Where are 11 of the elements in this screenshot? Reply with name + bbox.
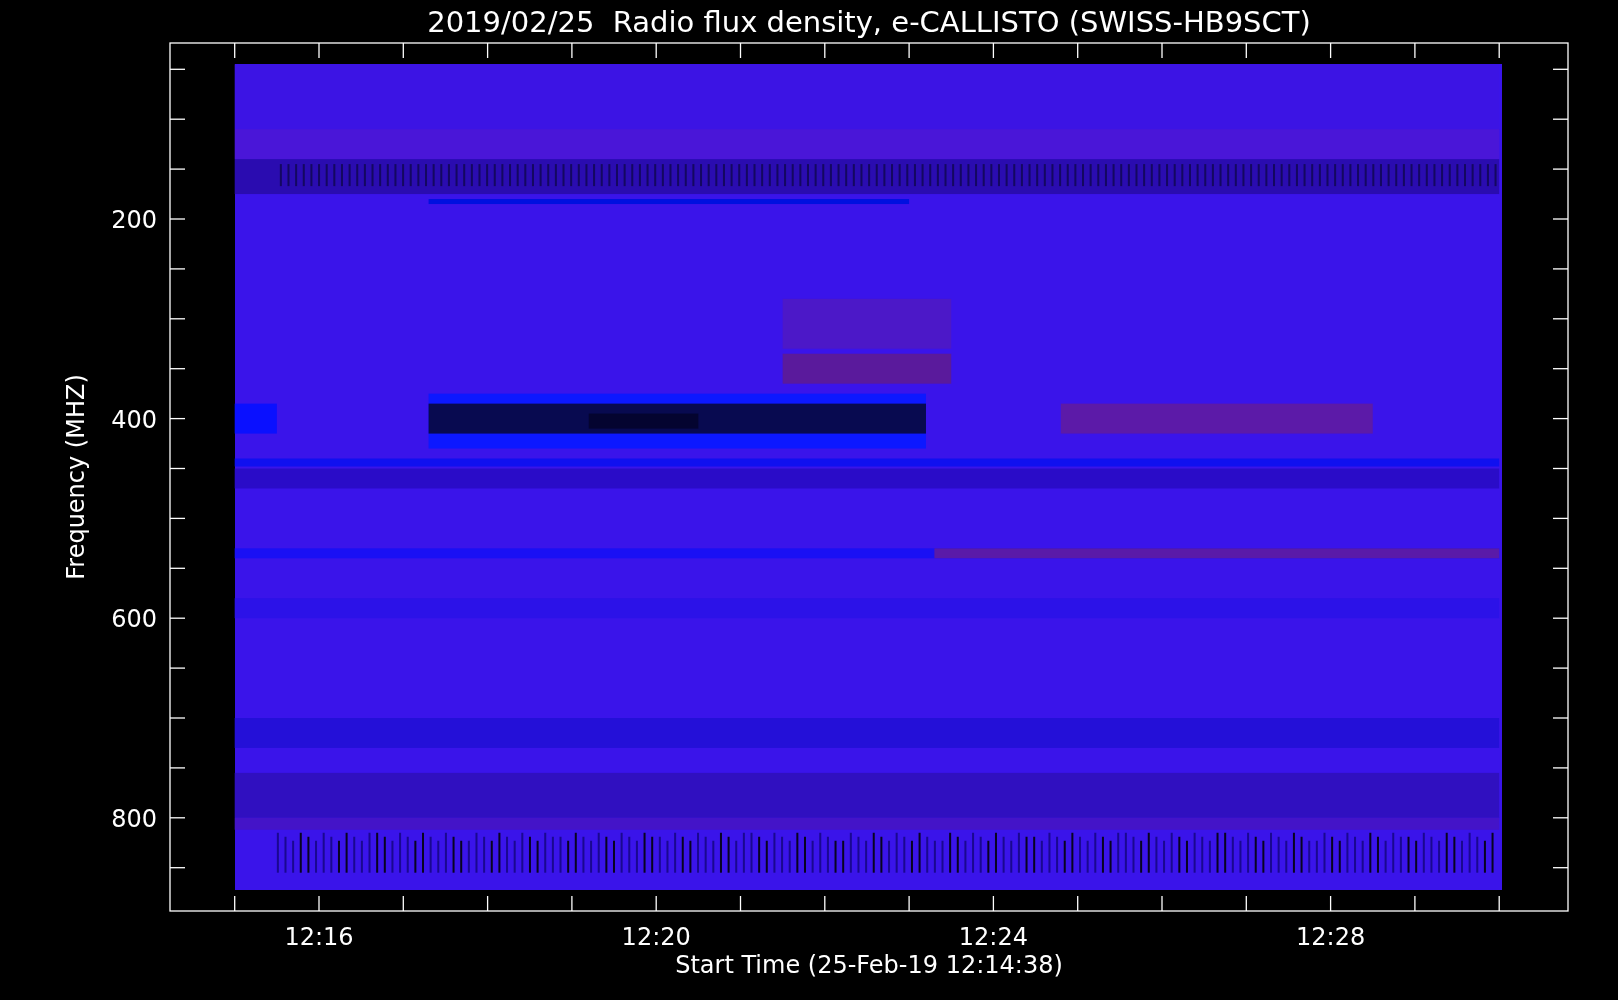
x-tick-label: 12:24 bbox=[958, 923, 1028, 951]
y-tick-label: 800 bbox=[111, 804, 157, 833]
y-tick-label: 200 bbox=[111, 206, 157, 234]
x-tick-label: 12:16 bbox=[284, 923, 354, 951]
x-tick-label: 12:28 bbox=[1296, 923, 1366, 951]
y-axis-label: Frequency (MHZ) bbox=[62, 374, 90, 580]
x-tick-label: 12:20 bbox=[621, 923, 691, 951]
x-axis-label: Start Time (25-Feb-19 12:14:38) bbox=[675, 951, 1063, 979]
chart-title: 2019/02/25 Radio flux density, e-CALLISTO (SWISS-HB9SCT) bbox=[427, 5, 1311, 39]
y-tick-label: 400 bbox=[111, 405, 157, 434]
y-tick-label: 600 bbox=[111, 605, 157, 634]
